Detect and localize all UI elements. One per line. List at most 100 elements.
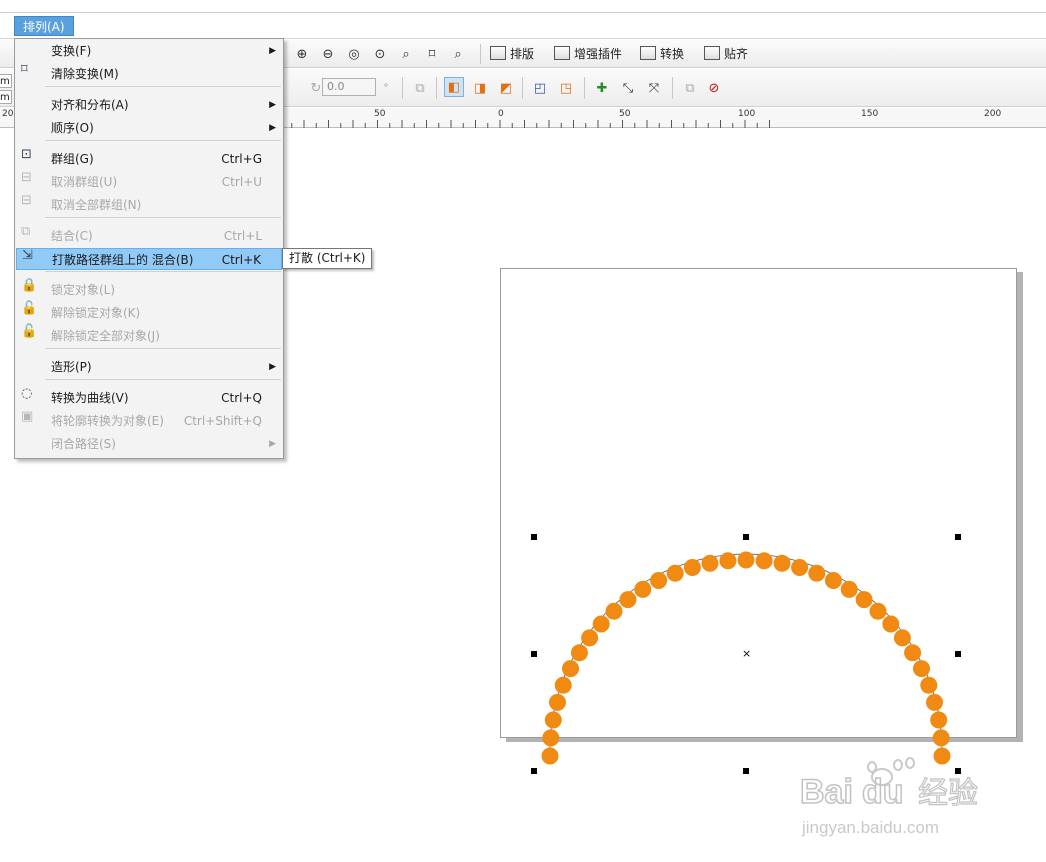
selection-handle[interactable] xyxy=(743,534,749,540)
menu-item-label: 解除锁定对象(K) xyxy=(51,306,141,320)
blend-dot[interactable] xyxy=(869,602,887,620)
arrange-menu: 变换(F) ▶ ⌑ 清除变换(M) 对齐和分布(A) ▶ 顺序(O) ▶ ⊡ 群组(G) Ctrl+… xyxy=(14,38,284,459)
selection-center-marker[interactable]: × xyxy=(742,648,751,659)
submenu-arrow-icon: ▶ xyxy=(269,362,276,372)
blend-dot[interactable] xyxy=(882,615,900,633)
blend-dot[interactable] xyxy=(605,602,623,620)
blend-dot[interactable] xyxy=(930,711,948,729)
blend-dot[interactable] xyxy=(562,660,579,678)
unlock-icon: 🔓 xyxy=(21,301,38,316)
blend-dot[interactable] xyxy=(542,729,560,747)
menu-item-label: 闭合路径(S) xyxy=(51,437,116,451)
ungroup-all-icon: ⊟ xyxy=(21,193,32,208)
menu-item[interactable]: ⊟ 取消全部群组(N) xyxy=(16,194,282,216)
menu-item-label: 结合(C) xyxy=(51,229,93,243)
break-apart-icon: ⇲ xyxy=(22,248,33,263)
blend-dot[interactable] xyxy=(544,711,562,729)
menu-item-label: 取消全部群组(N) xyxy=(51,198,142,212)
blend-dot[interactable] xyxy=(619,591,637,609)
blend-dot[interactable] xyxy=(719,552,737,570)
menu-item-label: 将轮廓转换为对象(E) xyxy=(51,414,164,428)
selection-handle[interactable] xyxy=(531,534,537,540)
combine-icon: ⧉ xyxy=(21,224,31,239)
blend-dot[interactable] xyxy=(904,644,922,662)
blend-dot[interactable] xyxy=(592,615,610,633)
menu-item-shortcut: Ctrl+L xyxy=(223,229,262,243)
blend-dot[interactable] xyxy=(855,591,873,609)
blend-dot[interactable] xyxy=(926,693,943,711)
unlock-all-icon: 🔓 xyxy=(21,324,38,339)
menu-item[interactable]: ⊟ 取消群组(U) Ctrl+U xyxy=(16,171,282,193)
menu-item[interactable]: ⧉ 结合(C) Ctrl+L xyxy=(16,225,282,247)
blend-dot[interactable] xyxy=(701,554,719,572)
menu-item[interactable]: ▣ 将轮廓转换为对象(E) Ctrl+Shift+Q xyxy=(16,410,282,432)
lock-icon: 🔒 xyxy=(21,278,38,293)
menu-item[interactable]: ◌ 转换为曲线(V) Ctrl+Q xyxy=(16,387,282,409)
blend-dot[interactable] xyxy=(683,559,701,576)
menu-item[interactable]: 顺序(O) ▶ xyxy=(16,117,282,139)
menu-item-shortcut: Ctrl+Shift+Q xyxy=(183,414,262,428)
menu-item[interactable]: 闭合路径(S) ▶ xyxy=(16,433,282,455)
outline-to-object-icon: ▣ xyxy=(21,409,34,424)
blend-dot[interactable] xyxy=(581,629,599,647)
menu-item[interactable]: 🔓 解除锁定全部对象(J) xyxy=(16,325,282,347)
baidu-watermark: Bai du 经验 jingyan.baidu.com xyxy=(800,757,979,837)
menu-item-label: 取消群组(U) xyxy=(51,175,118,189)
blend-dot[interactable] xyxy=(920,676,938,694)
blend-dot[interactable] xyxy=(808,564,826,582)
menu-item[interactable]: ⇲ 打散路径群组上的 混合(B) Ctrl+K xyxy=(16,248,282,270)
menu-item[interactable]: ⊡ 群组(G) Ctrl+G xyxy=(16,148,282,170)
blend-dot[interactable] xyxy=(773,554,791,572)
menu-item[interactable]: 🔒 锁定对象(L) xyxy=(16,279,282,301)
selection-handle[interactable] xyxy=(743,768,749,774)
blend-dot[interactable] xyxy=(824,572,842,589)
menu-item[interactable]: ⌑ 清除变换(M) xyxy=(16,63,282,85)
menu-item[interactable]: 🔓 解除锁定对象(K) xyxy=(16,302,282,324)
menu-item-label: 锁定对象(L) xyxy=(51,283,116,297)
watermark-brand-2: du xyxy=(862,773,904,811)
watermark-url: jingyan.baidu.com xyxy=(801,818,939,837)
blend-dot[interactable] xyxy=(932,729,950,747)
blend-dot[interactable] xyxy=(634,580,652,598)
menu-item-label: 清除变换(M) xyxy=(51,67,119,81)
blend-dot[interactable] xyxy=(541,747,559,765)
selection-handle[interactable] xyxy=(955,651,961,657)
blend-dot[interactable] xyxy=(913,660,930,678)
menu-item[interactable]: 对齐和分布(A) ▶ xyxy=(16,94,282,116)
menu-item-label: 造形(P) xyxy=(51,360,92,374)
menu-item[interactable]: 造形(P) ▶ xyxy=(16,356,282,378)
selection-handle[interactable] xyxy=(531,651,537,657)
blend-dot[interactable] xyxy=(666,564,684,582)
menu-item-label: 变换(F) xyxy=(51,44,92,58)
menu-item-shortcut: Ctrl+U xyxy=(221,175,262,189)
ungroup-icon: ⊟ xyxy=(21,170,32,185)
menu-item-shortcut: Ctrl+G xyxy=(221,152,262,166)
menu-item[interactable]: 变换(F) ▶ xyxy=(16,40,282,62)
menu-separator xyxy=(45,271,281,272)
menu-item-label: 转换为曲线(V) xyxy=(51,391,129,405)
menu-separator xyxy=(45,348,281,349)
blend-dot[interactable] xyxy=(650,572,668,589)
menu-item-label: 顺序(O) xyxy=(51,121,94,135)
menu-item-label: 解除锁定全部对象(J) xyxy=(51,329,160,343)
blend-dot[interactable] xyxy=(755,552,773,570)
selection-handle[interactable] xyxy=(531,768,537,774)
convert-to-curves-icon: ◌ xyxy=(21,386,33,401)
selection-handle[interactable] xyxy=(955,534,961,540)
menu-item-label: 打散路径群组上的 混合(B) xyxy=(52,253,194,267)
submenu-arrow-icon: ▶ xyxy=(269,46,276,56)
menu-item-label: 对齐和分布(A) xyxy=(51,98,129,112)
blend-dot[interactable] xyxy=(840,580,858,598)
blend-dot[interactable] xyxy=(554,676,572,694)
watermark-brand: Bai xyxy=(800,773,853,811)
menu-separator xyxy=(45,379,281,380)
blend-dot[interactable] xyxy=(791,559,809,576)
blend-dot[interactable] xyxy=(737,551,755,569)
group-icon: ⊡ xyxy=(21,147,32,162)
blend-dot[interactable] xyxy=(570,644,588,662)
menu-item-shortcut: Ctrl+K xyxy=(221,253,261,267)
blend-dot[interactable] xyxy=(893,629,911,647)
blend-dot[interactable] xyxy=(549,693,566,711)
submenu-arrow-icon: ▶ xyxy=(269,123,276,133)
menu-separator xyxy=(45,217,281,218)
